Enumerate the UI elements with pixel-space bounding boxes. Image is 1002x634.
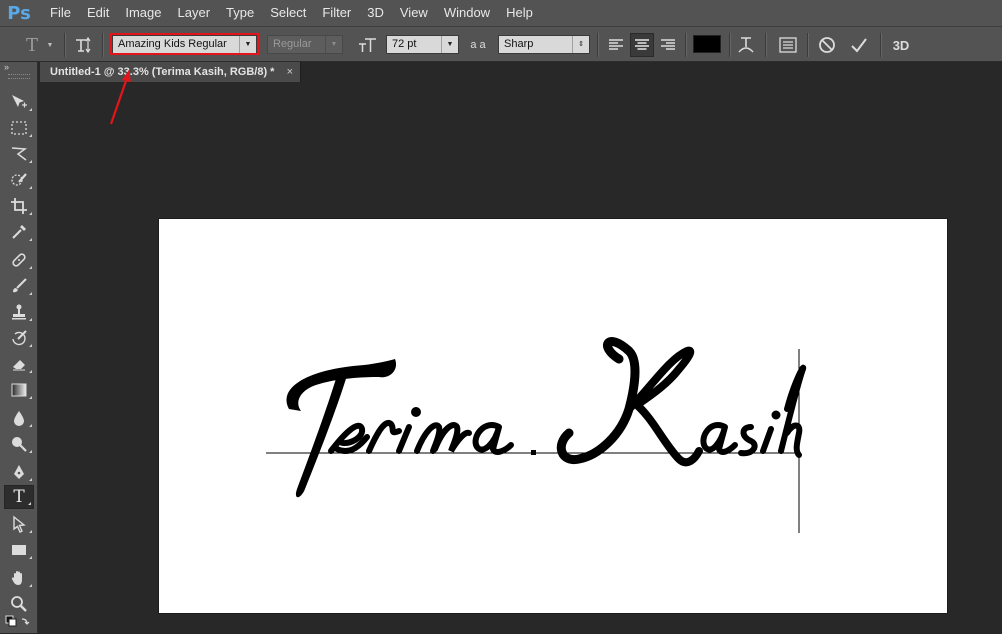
tool-flyout-corner-icon (29, 292, 32, 295)
tool-flyout-corner-icon (29, 396, 32, 399)
3d-button[interactable]: 3D (888, 33, 914, 57)
pen-tool-icon[interactable] (4, 460, 34, 484)
blur-tool-icon[interactable] (4, 406, 34, 430)
healing-brush-tool-icon[interactable] (4, 248, 34, 272)
eraser-tool-icon[interactable] (4, 352, 34, 376)
tool-flyout-corner-icon (29, 318, 32, 321)
document-tab[interactable]: Untitled-1 @ 33.3% (Terima Kasih, RGB/8)… (40, 62, 301, 82)
divider (807, 33, 809, 57)
tool-flyout-corner-icon (29, 478, 32, 481)
align-right-icon[interactable] (656, 34, 680, 56)
menu-select[interactable]: Select (262, 0, 314, 26)
annotation-arrow (109, 70, 131, 125)
align-center-icon[interactable] (630, 33, 654, 57)
menu-window[interactable]: Window (436, 0, 498, 26)
font-style-value: Regular (273, 38, 312, 50)
tool-flyout-corner-icon (29, 370, 32, 373)
menu-file[interactable]: File (42, 0, 79, 26)
divider (685, 33, 687, 57)
warp-text-icon[interactable] (734, 33, 758, 57)
tool-flyout-corner-icon (29, 450, 32, 453)
menu-help[interactable]: Help (498, 0, 541, 26)
antialias-icon: a a (470, 39, 486, 51)
tool-flyout-corner-icon (28, 502, 31, 505)
menu-view[interactable]: View (392, 0, 436, 26)
hand-tool-icon[interactable] (4, 566, 34, 590)
menu-bar: Ps File Edit Image Layer Type Select Fil… (0, 0, 1002, 26)
text-anchor-point (531, 450, 536, 455)
tool-flyout-corner-icon (29, 344, 32, 347)
photoshop-logo: Ps (7, 2, 31, 24)
chevron-down-icon: ▼ (441, 36, 458, 53)
tool-flyout-corner-icon (29, 266, 32, 269)
lasso-tool-icon[interactable] (4, 142, 34, 166)
typed-text-terima-kasih (286, 337, 807, 498)
close-icon[interactable]: × (287, 62, 293, 82)
dodge-tool-icon[interactable] (4, 432, 34, 456)
antialias-value: Sharp (504, 38, 534, 50)
divider (729, 33, 731, 57)
antialias-select[interactable]: Sharp ⇕ (498, 35, 590, 54)
move-tool-icon[interactable] (4, 90, 34, 114)
tool-flyout-corner-icon (29, 108, 32, 111)
character-panel-icon[interactable] (776, 33, 800, 57)
document-tab-title: Untitled-1 @ 33.3% (Terima Kasih, RGB/8)… (50, 66, 275, 78)
divider (765, 33, 767, 57)
cancel-icon[interactable] (815, 33, 839, 57)
divider (880, 33, 882, 57)
font-size-icon (356, 34, 380, 56)
tool-flyout-corner-icon (29, 186, 32, 189)
panel-grip[interactable] (8, 74, 30, 79)
divider (102, 33, 104, 57)
toolbox-panel: » T (0, 62, 38, 633)
menu-image[interactable]: Image (117, 0, 169, 26)
type-tool-icon[interactable]: T (4, 485, 34, 509)
align-left-icon[interactable] (604, 34, 628, 56)
tool-preset-type-icon[interactable]: T (20, 33, 44, 57)
tool-flyout-corner-icon (29, 424, 32, 427)
eyedropper-tool-icon[interactable] (4, 220, 34, 244)
divider (597, 33, 599, 57)
gradient-tool-icon[interactable] (4, 378, 34, 402)
zoom-tool-icon[interactable] (4, 592, 34, 616)
font-style-select: Regular ▼ (267, 35, 343, 54)
text-color-swatch[interactable] (693, 35, 721, 53)
menu-filter[interactable]: Filter (314, 0, 359, 26)
text-orientation-icon[interactable] (72, 33, 96, 57)
document-canvas[interactable] (159, 219, 947, 613)
default-colors-icon[interactable] (5, 615, 31, 631)
annotation-highlight-box (110, 33, 259, 55)
document-tab-bar: Untitled-1 @ 33.3% (Terima Kasih, RGB/8)… (0, 62, 1002, 82)
divider (64, 33, 66, 57)
collapse-panel-icon[interactable]: » (4, 62, 9, 72)
chevron-updown-icon: ⇕ (572, 36, 589, 53)
rectangle-tool-icon[interactable] (4, 538, 34, 562)
menu-edit[interactable]: Edit (79, 0, 117, 26)
tool-flyout-corner-icon (29, 212, 32, 215)
menu-type[interactable]: Type (218, 0, 262, 26)
quick-selection-tool-icon[interactable] (4, 168, 34, 192)
tool-flyout-corner-icon (29, 160, 32, 163)
tool-flyout-corner-icon (29, 134, 32, 137)
marquee-tool-icon[interactable] (4, 116, 34, 140)
crop-tool-icon[interactable] (4, 194, 34, 218)
menu-3d[interactable]: 3D (359, 0, 392, 26)
canvas-artwork (266, 337, 807, 533)
clone-stamp-tool-icon[interactable] (4, 300, 34, 324)
options-bar: T ▼ Amazing Kids Regular ▼ Regular ▼ 72 … (0, 26, 1002, 62)
tool-preset-dropdown-icon[interactable]: ▼ (46, 39, 54, 51)
font-size-field[interactable]: 72 pt ▼ (386, 35, 459, 54)
commit-check-icon[interactable] (847, 33, 871, 57)
path-selection-tool-icon[interactable] (4, 512, 34, 536)
history-brush-tool-icon[interactable] (4, 326, 34, 350)
type-glyph: T (13, 487, 25, 507)
tool-flyout-corner-icon (29, 530, 32, 533)
menu-layer[interactable]: Layer (170, 0, 219, 26)
tool-flyout-corner-icon (29, 556, 32, 559)
tool-flyout-corner-icon (29, 238, 32, 241)
tool-flyout-corner-icon (29, 584, 32, 587)
font-size-value: 72 pt (392, 38, 417, 50)
brush-tool-icon[interactable] (4, 274, 34, 298)
chevron-down-icon: ▼ (325, 36, 342, 53)
